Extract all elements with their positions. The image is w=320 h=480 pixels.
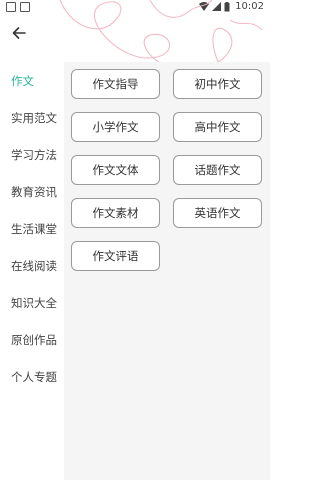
chip-senior-high[interactable]: 高中作文	[173, 112, 262, 142]
sidebar-item-life-class[interactable]: 生活课堂	[0, 214, 64, 244]
notification-icon	[6, 2, 16, 12]
sidebar-item-label: 原创作品	[11, 333, 57, 347]
download-icon	[20, 2, 30, 12]
sidebar-item-label: 教育资讯	[11, 185, 57, 199]
arrow-left-icon	[12, 27, 26, 39]
chip-writing-guidance[interactable]: 作文指导	[71, 69, 160, 99]
chip-essay-comments[interactable]: 作文评语	[71, 241, 160, 271]
chip-primary-school[interactable]: 小学作文	[71, 112, 160, 142]
sidebar-item-composition[interactable]: 作文	[0, 66, 64, 96]
chip-label: 作文评语	[92, 249, 139, 263]
sidebar-item-study-methods[interactable]: 学习方法	[0, 140, 64, 170]
sidebar-item-label: 个人专题	[11, 370, 57, 384]
sidebar-item-online-reading[interactable]: 在线阅读	[0, 251, 64, 281]
chip-junior-high[interactable]: 初中作文	[173, 69, 262, 99]
chip-label: 作文素材	[92, 206, 139, 220]
chip-label: 小学作文	[92, 120, 139, 134]
wifi-icon	[199, 2, 210, 11]
chip-label: 话题作文	[194, 163, 241, 177]
sidebar-item-education-news[interactable]: 教育资讯	[0, 177, 64, 207]
chip-english-essays[interactable]: 英语作文	[173, 198, 262, 228]
clock: 10:02	[235, 1, 264, 12]
signal-icon	[212, 2, 222, 11]
status-bar: 10:02	[0, 0, 270, 14]
chip-topic-essays[interactable]: 话题作文	[173, 155, 262, 185]
sidebar-item-knowledge[interactable]: 知识大全	[0, 288, 64, 318]
category-sidebar: 作文 实用范文 学习方法 教育资讯 生活课堂 在线阅读 知识大全 原创作品 个人…	[0, 62, 64, 480]
sidebar-item-label: 生活课堂	[11, 222, 57, 236]
chip-label: 初中作文	[194, 77, 241, 91]
sidebar-item-label: 实用范文	[11, 111, 57, 125]
chip-label: 作文文体	[92, 163, 139, 177]
notification-icons	[6, 2, 30, 12]
sidebar-item-practical-essays[interactable]: 实用范文	[0, 103, 64, 133]
status-indicators: 10:02	[199, 1, 264, 12]
sidebar-item-label: 知识大全	[11, 296, 57, 310]
sidebar-item-label: 学习方法	[11, 148, 57, 162]
chip-label: 英语作文	[194, 206, 241, 220]
chip-label: 高中作文	[194, 120, 241, 134]
sidebar-item-label: 在线阅读	[11, 259, 57, 273]
chip-writing-material[interactable]: 作文素材	[71, 198, 160, 228]
chip-writing-styles[interactable]: 作文文体	[71, 155, 160, 185]
subcategory-panel: 作文指导 初中作文 小学作文 高中作文 作文文体 话题作文 作文素材 英语作文 …	[64, 62, 270, 480]
sidebar-item-personal-topics[interactable]: 个人专题	[0, 362, 64, 392]
chip-label: 作文指导	[92, 77, 139, 91]
battery-icon	[224, 1, 230, 11]
sidebar-item-label: 作文	[11, 74, 34, 88]
back-button[interactable]	[8, 22, 30, 44]
sidebar-item-original-works[interactable]: 原创作品	[0, 325, 64, 355]
